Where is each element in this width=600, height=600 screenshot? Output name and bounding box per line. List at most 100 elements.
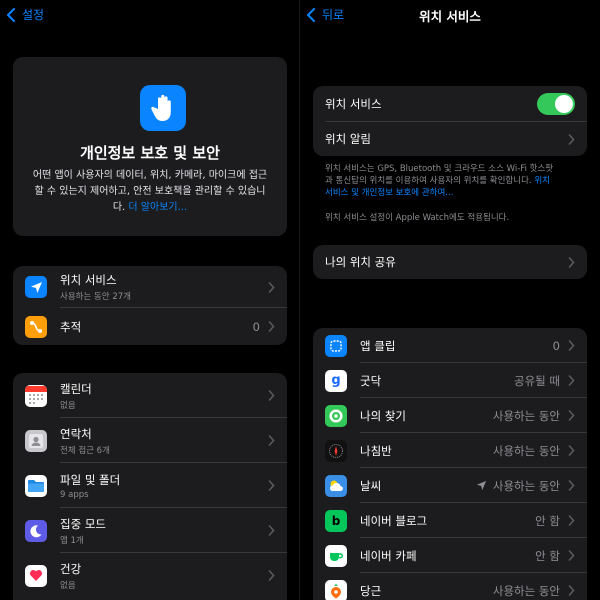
app-location-value: 사용하는 동안 — [492, 443, 560, 458]
location-services-toggle[interactable] — [537, 93, 575, 115]
location-services-row[interactable]: 위치 서비스 사용하는 동안 27개 — [13, 266, 287, 308]
chevron-right-icon — [268, 321, 275, 332]
naver-blog-icon: b — [325, 509, 347, 532]
app-name: 당근 — [360, 583, 382, 598]
location-services-toggle-row: 위치 서비스 — [313, 86, 587, 122]
back-label: 설정 — [22, 8, 45, 22]
right-navbar: 뒤로 위치 서비스 — [300, 0, 600, 28]
app-row-find-my[interactable]: 나의 찾기 사용하는 동안 — [313, 398, 587, 433]
calendar-icon — [25, 384, 47, 407]
tracking-title: 추적 — [60, 319, 82, 334]
app-location-value: 사용하는 동안 — [492, 478, 560, 493]
contacts-title: 연락처 — [60, 426, 92, 441]
app-name: 네이버 블로그 — [360, 513, 428, 528]
app-name: 날씨 — [360, 478, 382, 493]
app-location-value: 안 함 — [535, 513, 560, 528]
contacts-icon — [25, 429, 47, 452]
chevron-right-icon — [568, 550, 575, 561]
learn-more-link[interactable]: 더 알아보기... — [128, 202, 187, 213]
chevron-right-icon — [268, 435, 275, 446]
focus-mode-row[interactable]: 집중 모드 앱 1개 — [13, 508, 287, 553]
location-arrow-icon — [25, 276, 47, 298]
hero-title: 개인정보 보호 및 보안 — [80, 144, 220, 162]
app-location-value: 0 — [552, 338, 560, 353]
focus-mode-title: 집중 모드 — [60, 516, 106, 531]
app-location-value: 안 함 — [535, 548, 560, 563]
app-row-goodoc[interactable]: g 굿닥 공유될 때 — [313, 363, 587, 398]
chevron-right-icon — [568, 256, 575, 268]
location-services-footnote: 위치 서비스는 GPS, Bluetooth 및 크라우드 소스 Wi-Fi 핫… — [325, 163, 560, 199]
app-location-value: 공유될 때 — [514, 373, 560, 388]
chevron-right-icon — [568, 133, 575, 145]
contacts-subtitle: 전체 접근 6개 — [60, 445, 110, 456]
location-services-group: 위치 서비스 위치 알림 — [313, 86, 587, 156]
share-my-location-row[interactable]: 나의 위치 공유 — [313, 245, 587, 279]
calendar-subtitle: 없음 — [60, 400, 76, 411]
app-location-value-wrap: 사용하는 동안 — [476, 478, 560, 494]
chevron-right-icon — [268, 281, 275, 293]
location-services-title: 위치 서비스 — [60, 273, 117, 287]
apps-location-list: 앱 클립 0 g 굿닥 공유될 때 나의 찾기 사용하는 동안 나침반 사용하는… — [313, 328, 587, 600]
calendar-title: 캘린더 — [60, 381, 92, 396]
hand-raised-icon — [140, 85, 186, 131]
app-name: 네이버 카페 — [360, 548, 417, 563]
back-to-settings-button[interactable]: 설정 — [6, 6, 44, 23]
health-row[interactable]: 건강 없음 — [13, 553, 287, 598]
app-row-naver-blog[interactable]: b 네이버 블로그 안 함 — [313, 503, 587, 538]
chevron-right-icon — [568, 480, 575, 491]
apple-watch-footnote: 위치 서비스 설정이 Apple Watch에도 적용됩니다. — [325, 213, 510, 223]
privacy-pane: 설정 개인정보 보호 및 보안 어떤 앱이 사용자의 데이터, 위치, 카메라,… — [0, 0, 300, 600]
compass-icon — [325, 439, 347, 462]
app-row-daangn[interactable]: 당근 사용하는 동안 — [313, 573, 587, 600]
app-location-value: 사용하는 동안 — [492, 583, 560, 598]
app-name: 앱 클립 — [360, 338, 396, 353]
files-folders-row[interactable]: 파일 및 폴더 9 apps — [13, 463, 287, 508]
health-subtitle: 없음 — [60, 580, 76, 591]
focus-mode-subtitle: 앱 1개 — [60, 535, 84, 546]
app-permissions-group: 캘린더 없음 연락처 전체 접근 6개 파일 및 폴더 9 apps 집중 모드… — [13, 373, 287, 600]
chevron-right-icon — [268, 480, 275, 491]
chevron-right-icon — [568, 445, 575, 456]
chevron-right-icon — [268, 525, 275, 536]
app-row-app-clips[interactable]: 앱 클립 0 — [313, 328, 587, 363]
left-navbar: 설정 — [0, 0, 300, 28]
tracking-row[interactable]: 추적 0 — [13, 308, 287, 345]
footnote-text: 위치 서비스는 GPS, Bluetooth 및 크라우드 소스 Wi-Fi 핫… — [325, 164, 554, 186]
tracking-icon — [25, 315, 47, 338]
chevron-right-icon — [568, 340, 575, 351]
chevron-right-icon — [568, 585, 575, 596]
chevron-right-icon — [568, 515, 575, 526]
share-location-label: 나의 위치 공유 — [325, 255, 396, 269]
health-title: 건강 — [60, 561, 82, 576]
naver-cafe-icon — [325, 544, 347, 567]
weather-icon — [325, 474, 347, 497]
tracking-value: 0 — [252, 319, 260, 334]
location-services-label: 위치 서비스 — [325, 97, 382, 111]
hero-description: 어떤 앱이 사용자의 데이터, 위치, 카메라, 마이크에 접근할 수 있는지 … — [31, 168, 269, 216]
files-folders-subtitle: 9 apps — [60, 489, 89, 500]
health-icon — [25, 564, 47, 587]
chevron-right-icon — [568, 410, 575, 421]
chevron-right-icon — [268, 390, 275, 401]
moon-icon — [25, 519, 47, 542]
app-name: 나침반 — [360, 443, 392, 458]
chevron-right-icon — [568, 375, 575, 386]
app-name: 나의 찾기 — [360, 408, 406, 423]
chevron-left-icon — [7, 7, 15, 22]
calendar-row[interactable]: 캘린더 없음 — [13, 373, 287, 418]
app-name: 굿닥 — [360, 373, 382, 388]
page-title: 위치 서비스 — [419, 9, 481, 24]
contacts-row[interactable]: 연락처 전체 접근 6개 — [13, 418, 287, 463]
app-location-value: 사용하는 동안 — [492, 408, 560, 423]
location-tracking-group: 위치 서비스 사용하는 동안 27개 추적 0 — [13, 266, 287, 345]
app-row-naver-cafe[interactable]: 네이버 카페 안 함 — [313, 538, 587, 573]
chevron-right-icon — [268, 570, 275, 581]
location-services-subtitle: 사용하는 동안 27개 — [60, 292, 131, 302]
share-location-group: 나의 위치 공유 — [313, 245, 587, 279]
app-row-compass[interactable]: 나침반 사용하는 동안 — [313, 433, 587, 468]
files-folders-title: 파일 및 폴더 — [60, 472, 121, 487]
location-alerts-row[interactable]: 위치 알림 — [313, 122, 587, 156]
folder-icon — [25, 474, 47, 497]
goodoc-icon: g — [325, 369, 347, 392]
app-row-weather[interactable]: 날씨 사용하는 동안 — [313, 468, 587, 503]
